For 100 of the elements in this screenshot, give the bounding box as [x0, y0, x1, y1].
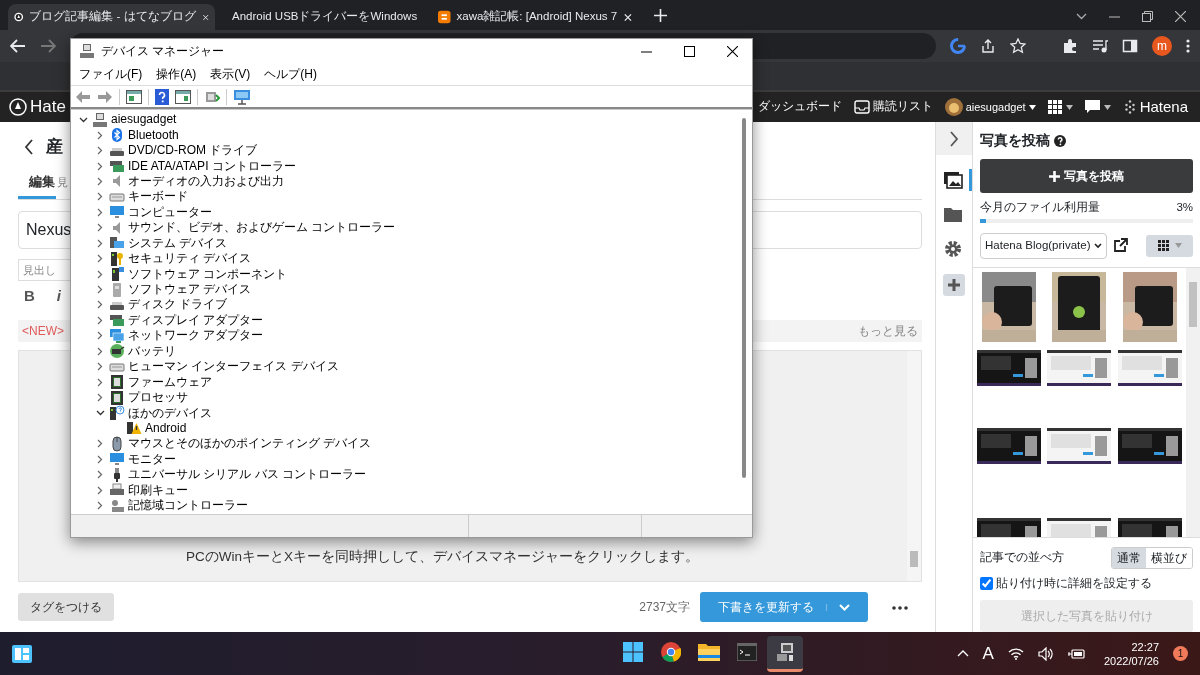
tag-button[interactable]: タグをつける: [18, 593, 114, 621]
checkbox[interactable]: [980, 576, 993, 590]
more-icon[interactable]: [1186, 38, 1190, 54]
chevron-right-icon[interactable]: [97, 176, 103, 186]
browser-tab[interactable]: Android USBドライバーをWindows: [220, 4, 427, 30]
inbox-icon[interactable]: [853, 100, 870, 114]
window-panel-icon[interactable]: [126, 89, 142, 104]
help-icon[interactable]: [1054, 134, 1066, 147]
volume-icon[interactable]: [1037, 646, 1054, 661]
more-icon[interactable]: [892, 605, 908, 610]
notification-badge[interactable]: 1: [1173, 646, 1188, 661]
new-tab-icon[interactable]: [654, 9, 667, 23]
chevron-right-icon[interactable]: [97, 146, 103, 156]
album-select[interactable]: Hatena Blog(private): [980, 233, 1108, 259]
g-logo-icon[interactable]: [950, 38, 966, 54]
tree-item[interactable]: プロセッサ: [128, 390, 188, 406]
chevron-right-icon[interactable]: [97, 161, 103, 171]
tree-item[interactable]: システム デバイス: [128, 235, 228, 251]
chevron-right-icon[interactable]: [97, 470, 103, 480]
collapse-button[interactable]: [936, 122, 972, 155]
browser-tab[interactable]: xawa雑記帳: [Android] Nexus 7: [432, 4, 639, 30]
chevron-right-icon[interactable]: [97, 377, 103, 387]
tree-item[interactable]: aiesugadget: [111, 112, 177, 128]
user-menu[interactable]: aiesugadget: [965, 98, 1026, 116]
dots-logo-icon[interactable]: [1122, 100, 1137, 114]
chevron-right-icon[interactable]: [97, 362, 103, 372]
chevron-right-icon[interactable]: [97, 346, 103, 356]
chevron-down-icon[interactable]: [95, 410, 105, 417]
close-icon[interactable]: [623, 11, 633, 23]
playlist-icon[interactable]: [1092, 38, 1108, 54]
bold-button[interactable]: B: [24, 285, 35, 308]
chevron-up-icon[interactable]: [956, 650, 969, 657]
menu-item[interactable]: ファイル(F): [79, 65, 143, 83]
scrollbar[interactable]: [907, 350, 921, 581]
share-icon[interactable]: [980, 38, 996, 54]
chevron-right-icon[interactable]: [97, 454, 103, 464]
chevron-right-icon[interactable]: [97, 485, 103, 495]
widgets-button[interactable]: [12, 644, 32, 663]
profile-avatar[interactable]: m: [1152, 36, 1172, 56]
chevron-right-icon[interactable]: [97, 393, 103, 403]
maximize-icon[interactable]: [684, 45, 695, 57]
taskbar-app[interactable]: [767, 635, 804, 672]
tree-item[interactable]: ヒューマン インターフェイス デバイス: [128, 359, 339, 375]
tree-item[interactable]: IDE ATA/ATAPI コントローラー: [128, 158, 296, 174]
close-icon[interactable]: [1175, 11, 1186, 22]
chevron-down-icon[interactable]: [78, 116, 88, 123]
chevron-right-icon[interactable]: [97, 269, 103, 279]
forward-icon[interactable]: [97, 89, 113, 104]
chevron-right-icon[interactable]: [97, 223, 103, 233]
editor-tab[interactable]: 編集: [18, 172, 56, 199]
upload-photo-button[interactable]: 写真を投稿: [980, 159, 1193, 193]
view-menu-button[interactable]: [1146, 234, 1193, 257]
tree-item[interactable]: ソフトウェア デバイス: [128, 282, 252, 298]
tree-item[interactable]: DVD/CD-ROM ドライブ: [128, 143, 258, 159]
tree-item[interactable]: ファームウェア: [128, 374, 212, 390]
grid-icon[interactable]: [1047, 100, 1062, 114]
close-icon[interactable]: [727, 45, 738, 57]
chevron-right-icon[interactable]: [97, 285, 103, 295]
italic-button[interactable]: i: [56, 285, 61, 308]
menu-item[interactable]: 表示(V): [210, 65, 251, 83]
tree-item[interactable]: 印刷キュー: [128, 482, 188, 498]
chevron-right-icon[interactable]: [97, 300, 103, 310]
chevron-right-icon[interactable]: [97, 207, 103, 217]
nav-link[interactable]: 購読リスト: [872, 98, 933, 116]
nav-link[interactable]: ダッシュボード: [757, 98, 842, 116]
tree-item[interactable]: ユニバーサル シリアル バス コントローラー: [128, 467, 366, 483]
restore-icon[interactable]: [1142, 11, 1153, 22]
clock-time[interactable]: 22:27: [1131, 639, 1159, 654]
ime-indicator[interactable]: A: [982, 640, 994, 667]
scrollbar[interactable]: [1186, 267, 1200, 537]
chevron-down-icon[interactable]: [1076, 13, 1087, 20]
avatar-icon[interactable]: [944, 98, 963, 116]
tree-item[interactable]: モニター: [128, 451, 176, 467]
chevron-right-icon[interactable]: [97, 315, 103, 325]
tree-item[interactable]: ほかのデバイス: [128, 405, 212, 421]
tree-item[interactable]: キーボード: [128, 189, 188, 205]
forward-icon[interactable]: [40, 39, 56, 53]
tree-item[interactable]: ディスク ドライブ: [128, 297, 228, 313]
tree-item[interactable]: ネットワーク アダプター: [128, 328, 264, 344]
tree-item[interactable]: セキュリティ デバイス: [128, 251, 252, 267]
puzzle-icon[interactable]: [1062, 38, 1078, 54]
tree-item[interactable]: ソフトウェア コンポーネント: [128, 266, 288, 282]
speech-bubble-icon[interactable]: [1084, 100, 1100, 114]
chevron-right-icon[interactable]: [97, 130, 103, 140]
chevron-right-icon[interactable]: [97, 238, 103, 248]
window-panel-icon[interactable]: [175, 89, 191, 104]
tree-item[interactable]: ディスプレイ アダプター: [128, 312, 264, 328]
tree-item[interactable]: 記憶域コントローラー: [128, 498, 248, 514]
layout-option[interactable]: 通常: [1112, 547, 1146, 568]
monitor-icon[interactable]: [233, 88, 251, 105]
tree-item[interactable]: コンピューター: [128, 204, 212, 220]
tree-item[interactable]: オーディオの入力および出力: [128, 173, 284, 189]
clock-date[interactable]: 2022/07/26: [1103, 653, 1159, 668]
external-link-icon[interactable]: [1113, 238, 1129, 254]
site-logo[interactable]: Hate: [30, 97, 66, 117]
side-panel-icon[interactable]: [1122, 38, 1138, 54]
menu-item[interactable]: ヘルプ(H): [264, 65, 317, 83]
tree-item[interactable]: Bluetooth: [128, 127, 179, 143]
editor-tab[interactable]: 見: [56, 172, 68, 199]
chevron-right-icon[interactable]: [97, 501, 103, 511]
